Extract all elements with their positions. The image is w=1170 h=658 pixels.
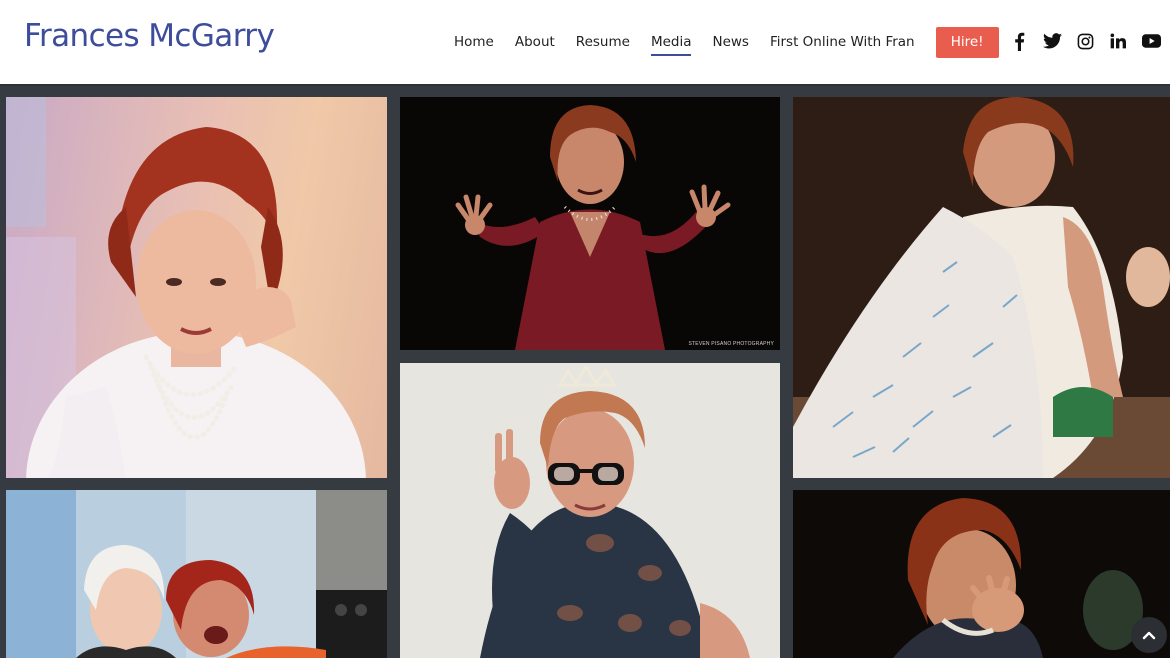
linkedin-icon[interactable] bbox=[1107, 30, 1129, 52]
gallery-photo[interactable]: STEVEN PISANO PHOTOGRAPHY bbox=[400, 97, 780, 350]
nav-first-online-with-fran[interactable]: First Online With Fran bbox=[770, 34, 915, 50]
nav-media[interactable]: Media bbox=[650, 34, 691, 56]
instagram-icon[interactable] bbox=[1074, 30, 1096, 52]
gallery-photo[interactable] bbox=[793, 490, 1170, 658]
twitter-icon[interactable] bbox=[1041, 30, 1063, 52]
main-nav: Home About Resume Media News First Onlin… bbox=[454, 0, 999, 84]
back-to-top-button[interactable] bbox=[1131, 617, 1167, 653]
youtube-icon[interactable] bbox=[1140, 30, 1162, 52]
gallery-photo[interactable] bbox=[400, 363, 780, 658]
chevron-up-icon bbox=[1142, 631, 1156, 640]
gallery-photo[interactable] bbox=[6, 490, 387, 658]
social-links bbox=[1008, 30, 1162, 52]
gallery-photo[interactable] bbox=[793, 97, 1170, 478]
site-logo[interactable]: Frances McGarry bbox=[24, 18, 275, 54]
nav-news[interactable]: News bbox=[712, 34, 748, 50]
site-header: Frances McGarry Home About Resume Media … bbox=[0, 0, 1170, 86]
facebook-icon[interactable] bbox=[1008, 30, 1030, 52]
nav-resume[interactable]: Resume bbox=[576, 34, 630, 50]
nav-home[interactable]: Home bbox=[454, 34, 494, 50]
nav-about[interactable]: About bbox=[515, 34, 555, 50]
hire-button[interactable]: Hire! bbox=[935, 26, 999, 58]
photo-credit: STEVEN PISANO PHOTOGRAPHY bbox=[688, 341, 774, 347]
gallery-photo[interactable] bbox=[6, 97, 387, 478]
